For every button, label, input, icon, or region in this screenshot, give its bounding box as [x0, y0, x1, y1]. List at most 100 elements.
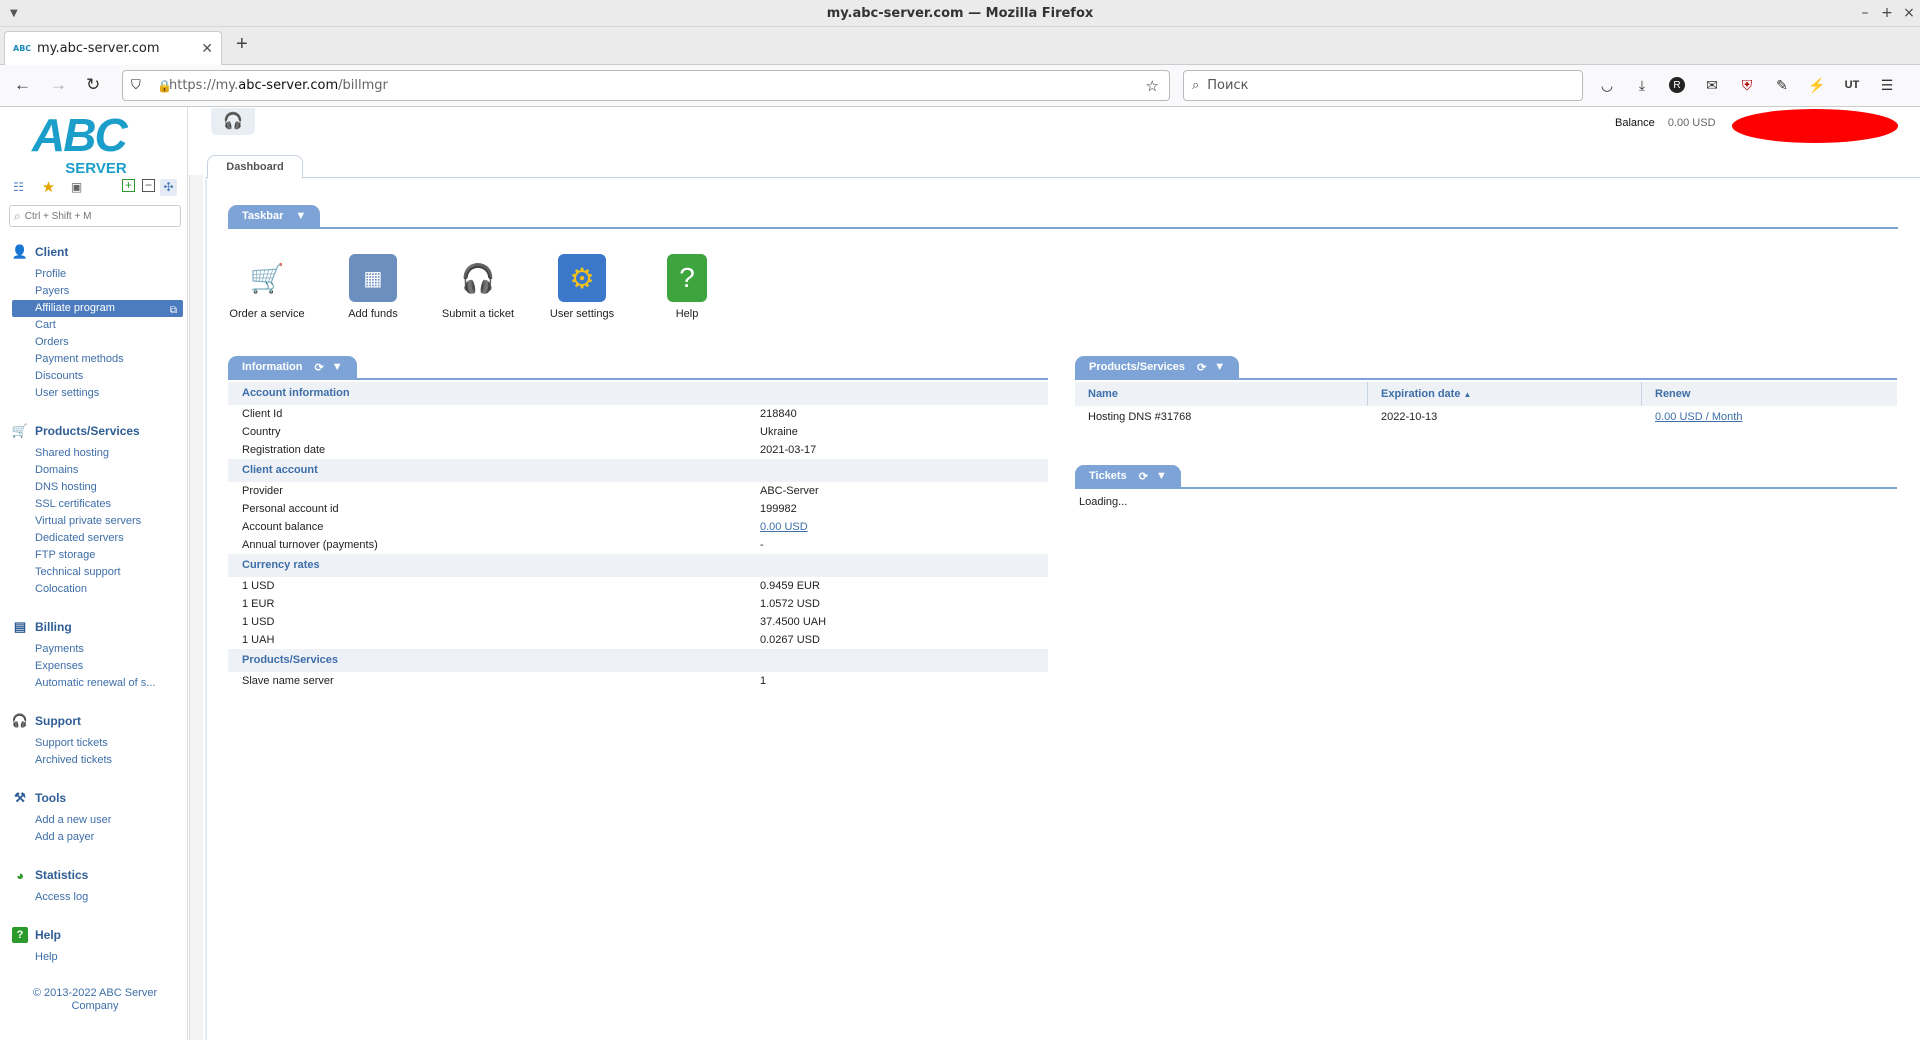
new-tab-icon[interactable]: + [236, 33, 248, 56]
sidebar-heading-support[interactable]: 🎧 Support [12, 712, 183, 730]
sidebar-item-orders[interactable]: Orders [12, 334, 183, 351]
reload-icon[interactable]: ↻ [86, 75, 100, 95]
sidebar-heading-help[interactable]: ? Help [12, 926, 183, 944]
sidebar-item-add-new-user[interactable]: Add a new user [12, 812, 183, 829]
maximize-icon[interactable]: + [1876, 0, 1898, 27]
download-icon[interactable]: ⤓ [1631, 74, 1653, 96]
sidebar-scrollbar[interactable] [189, 175, 203, 1040]
information-header[interactable]: Information ⟳ ▼ [228, 356, 357, 378]
sidebar-item-ftp-storage[interactable]: FTP storage [12, 547, 183, 564]
close-icon[interactable]: × [1898, 0, 1920, 27]
table-row[interactable]: Hosting DNS #31768 2022-10-13 0.00 USD /… [1075, 406, 1897, 428]
account-balance-link[interactable]: 0.00 USD [760, 518, 1048, 536]
sidebar-item-user-settings[interactable]: User settings [12, 385, 183, 402]
group-products-services: Products/Services [228, 649, 1048, 672]
abc-server-logo[interactable]: ABC SERVER [32, 112, 160, 177]
menu-tree-icon[interactable]: ☷ [10, 179, 27, 196]
search-bar[interactable]: ⌕ Поиск [1183, 70, 1583, 101]
extension-icon[interactable]: ✎ [1771, 74, 1793, 96]
sidebar-item-access-log[interactable]: Access log [12, 889, 183, 906]
refresh-icon[interactable]: ⟳ [315, 361, 324, 374]
briefcase-icon[interactable]: ▣ [68, 179, 85, 196]
extension-ut-icon[interactable]: UT [1841, 74, 1863, 96]
information-rule [228, 378, 1048, 380]
taskbar-item-order-service[interactable]: 🛒 Order a service [215, 254, 319, 321]
sidebar-heading-tools[interactable]: ⚒ Tools [12, 789, 183, 807]
sidebar-item-ssl-certificates[interactable]: SSL certificates [12, 496, 183, 513]
bookmark-star-icon[interactable]: ☆ [1146, 77, 1159, 95]
sidebar-item-payment-methods[interactable]: Payment methods [12, 351, 183, 368]
menu-search-field[interactable]: ⌕ [9, 205, 181, 227]
extension-r-icon[interactable]: R [1669, 77, 1685, 93]
sidebar-item-colocation[interactable]: Colocation [12, 581, 183, 598]
sidebar-item-domains[interactable]: Domains [12, 462, 183, 479]
monitor-gear-icon: ⚙ [558, 254, 606, 302]
taskbar-item-add-funds[interactable]: ▦ Add funds [321, 254, 425, 320]
sidebar-item-shared-hosting[interactable]: Shared hosting [12, 445, 183, 462]
flash-icon[interactable]: ⚡ [1806, 74, 1828, 96]
sidebar-heading-products[interactable]: 🛒 Products/Services [12, 422, 183, 440]
page-content: ABC SERVER ☷ ★ ▣ + − ✣ ⌕ 👤Client Profile… [0, 107, 1920, 1040]
sidebar-item-technical-support[interactable]: Technical support [12, 564, 183, 581]
sidebar-item-profile[interactable]: Profile [12, 266, 183, 283]
taskbar-item-submit-ticket[interactable]: 🎧 Submit a ticket [426, 254, 530, 321]
expand-all-icon[interactable]: + [122, 179, 135, 192]
sidebar-heading-statistics[interactable]: ◕ Statistics [12, 866, 183, 884]
sidebar-item-dedicated-servers[interactable]: Dedicated servers [12, 530, 183, 547]
tab-dashboard[interactable]: Dashboard [207, 155, 303, 179]
taskbar-header[interactable]: Taskbar ▼ [228, 205, 321, 227]
ublock-icon[interactable]: ⛨ [1736, 74, 1758, 96]
tab-close-icon[interactable]: ✕ [201, 41, 213, 57]
sidebar-heading-client[interactable]: 👤 Client [12, 243, 183, 261]
sidebar-item-dns-hosting[interactable]: DNS hosting [12, 479, 183, 496]
back-icon[interactable]: ← [14, 75, 31, 95]
cart-icon: 🛒 [249, 262, 285, 294]
products-header[interactable]: Products/Services ⟳ ▼ [1075, 356, 1240, 378]
sidebar-item-cart[interactable]: Cart [12, 317, 183, 334]
favorites-star-icon[interactable]: ★ [40, 179, 57, 196]
pocket-icon[interactable]: ◡ [1596, 74, 1618, 96]
sidebar-heading-billing[interactable]: ▤ Billing [12, 618, 183, 636]
sidebar-item-archived-tickets[interactable]: Archived tickets [12, 752, 183, 769]
taskbar-item-help[interactable]: ? Help [635, 254, 739, 320]
tickets-header[interactable]: Tickets ⟳ ▼ [1075, 465, 1181, 487]
refresh-icon[interactable]: ⟳ [1139, 470, 1148, 483]
sidebar-item-affiliate-program[interactable]: Affiliate program ⧉ [12, 300, 183, 317]
menu-icon[interactable]: ☰ [1876, 74, 1898, 96]
minimize-icon[interactable]: – [1854, 0, 1876, 27]
main-area: 🎧 Balance 0.00 USD Dashboard Taskbar ▼ 🛒 … [205, 107, 1920, 1040]
sidebar-item-support-tickets[interactable]: Support tickets [12, 735, 183, 752]
chevron-down-icon[interactable]: ▼ [332, 361, 343, 373]
column-renew[interactable]: Renew [1642, 382, 1897, 406]
info-row: Slave name server 1 [242, 675, 767, 687]
window-menu-icon[interactable]: ▼ [10, 0, 18, 27]
sidebar-item-payments[interactable]: Payments [12, 641, 183, 658]
forward-icon[interactable]: → [50, 75, 67, 95]
sidebar-item-help[interactable]: Help [12, 949, 183, 966]
chevron-down-icon[interactable]: ▼ [295, 210, 306, 222]
menu-search-input[interactable] [24, 210, 175, 222]
sidebar-item-auto-renewal[interactable]: Automatic renewal of s... [12, 675, 183, 692]
renew-link[interactable]: 0.00 USD / Month [1642, 406, 1742, 428]
chevron-down-icon[interactable]: ▼ [1214, 361, 1225, 373]
lock-icon[interactable]: 🔒 [157, 79, 172, 93]
sidebar-item-add-payer[interactable]: Add a payer [12, 829, 183, 846]
taskbar-item-user-settings[interactable]: ⚙ User settings [530, 254, 634, 320]
column-name[interactable]: Name [1075, 382, 1368, 406]
column-expiration-date[interactable]: Expiration date ▲ [1368, 382, 1642, 406]
shield-icon[interactable]: ⛉ [131, 78, 141, 93]
sidebar-item-payers[interactable]: Payers [12, 283, 183, 300]
taskbar-title: Taskbar [242, 210, 284, 222]
support-headset-button[interactable]: 🎧 [211, 108, 255, 135]
mail-icon[interactable]: ✉ [1701, 74, 1723, 96]
collapse-all-icon[interactable]: − [142, 179, 155, 192]
refresh-icon[interactable]: ⟳ [1197, 361, 1206, 374]
url-text[interactable]: https://my.abc-server.com/billmgr [169, 78, 388, 93]
url-bar[interactable]: ⛉ 🔒 https://my.abc-server.com/billmgr ☆ [122, 70, 1170, 101]
sidebar-item-vps[interactable]: Virtual private servers [12, 513, 183, 530]
sidebar-item-discounts[interactable]: Discounts [12, 368, 183, 385]
chevron-down-icon[interactable]: ▼ [1156, 470, 1167, 482]
pin-icon[interactable]: ✣ [160, 179, 177, 196]
browser-tab[interactable]: ABC my.abc-server.com ✕ [4, 31, 222, 65]
sidebar-item-expenses[interactable]: Expenses [12, 658, 183, 675]
